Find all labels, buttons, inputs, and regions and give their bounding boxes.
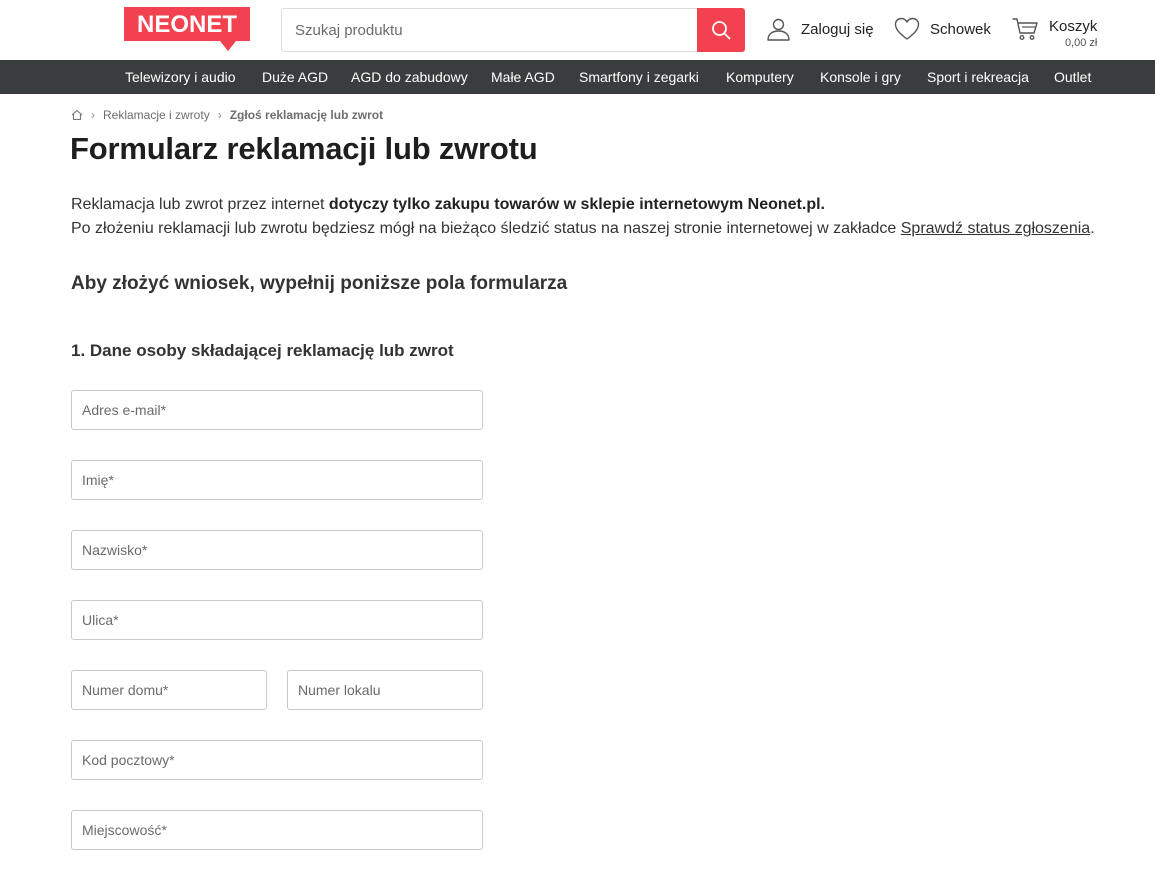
- form-instructions: Aby złożyć wniosek, wypełnij poniższe po…: [71, 273, 568, 294]
- login-label: Zaloguj się: [801, 20, 874, 38]
- email-field[interactable]: [72, 391, 482, 429]
- nav-item-computers[interactable]: Komputery: [726, 60, 794, 94]
- breadcrumb-separator-icon: ›: [91, 108, 95, 122]
- intro-line-2-text: Po złożeniu reklamacji lub zwrotu będzie…: [71, 220, 901, 237]
- cart-price: 0,00 zł: [1064, 37, 1098, 49]
- neonet-logo[interactable]: NEONET: [124, 7, 250, 51]
- first-name-field[interactable]: [72, 461, 482, 499]
- apartment-number-field-wrapper: [287, 670, 483, 710]
- login-link[interactable]: Zaloguj się: [766, 17, 874, 41]
- search-icon: [712, 21, 731, 40]
- postal-code-field[interactable]: [72, 741, 482, 779]
- nav-item-built-in-appliances[interactable]: AGD do zabudowy: [351, 60, 468, 94]
- heart-icon: [894, 17, 920, 40]
- city-field-wrapper: [71, 810, 483, 850]
- intro-text: Reklamacja lub zwrot przez internet doty…: [71, 193, 1095, 241]
- house-number-field-wrapper: [71, 670, 267, 710]
- last-name-field[interactable]: [72, 531, 482, 569]
- breadcrumb-item-current: Zgłoś reklamację lub zwrot: [229, 108, 384, 122]
- search-bar: [281, 8, 745, 52]
- wishlist-link[interactable]: Schowek: [894, 17, 991, 41]
- main-nav: Telewizory i audio Duże AGD AGD do zabud…: [0, 60, 1155, 94]
- search-input[interactable]: [282, 9, 698, 51]
- postal-code-field-wrapper: [71, 740, 483, 780]
- nav-item-outlet[interactable]: Outlet: [1054, 60, 1091, 94]
- house-number-field[interactable]: [72, 671, 266, 709]
- email-field-wrapper: [71, 390, 483, 430]
- search-button[interactable]: [697, 8, 745, 52]
- nav-item-small-appliances[interactable]: Małe AGD: [491, 60, 555, 94]
- apartment-number-field[interactable]: [288, 671, 482, 709]
- breadcrumb: › Reklamacje i zwroty › Zgłoś reklamację…: [71, 107, 383, 123]
- section-1-title: 1. Dane osoby składającej reklamację lub…: [71, 341, 454, 360]
- home-icon[interactable]: [71, 109, 83, 121]
- breadcrumb-separator-icon: ›: [217, 108, 222, 122]
- logo-text: NEONET: [137, 11, 237, 38]
- nav-item-sport[interactable]: Sport i rekreacja: [927, 60, 1029, 94]
- intro-line-1-regular: Reklamacja lub zwrot przez internet: [71, 196, 329, 213]
- page-title: Formularz reklamacji lub zwrotu: [70, 131, 538, 166]
- wishlist-label: Schowek: [930, 20, 991, 38]
- street-field-wrapper: [71, 600, 483, 640]
- intro-line-2-end: .: [1090, 220, 1095, 237]
- cart-label: Koszyk: [1049, 18, 1098, 35]
- street-field[interactable]: [72, 601, 482, 639]
- intro-line-1: Reklamacja lub zwrot przez internet doty…: [71, 193, 1095, 217]
- intro-line-1-bold: dotyczy tylko zakupu towarów w sklepie i…: [328, 196, 825, 213]
- user-icon: [767, 18, 790, 41]
- nav-item-large-appliances[interactable]: Duże AGD: [262, 60, 328, 94]
- cart-link[interactable]: Koszyk 0,00 zł: [1012, 18, 1097, 50]
- city-field[interactable]: [72, 811, 482, 849]
- breadcrumb-item-returns[interactable]: Reklamacje i zwroty: [103, 108, 210, 122]
- nav-item-tv-audio[interactable]: Telewizory i audio: [125, 60, 236, 94]
- first-name-field-wrapper: [71, 460, 483, 500]
- check-status-link[interactable]: Sprawdź status zgłoszenia: [901, 220, 1090, 237]
- nav-item-smartphones[interactable]: Smartfony i zegarki: [579, 60, 699, 94]
- cart-icon: [1012, 18, 1038, 40]
- nav-item-consoles[interactable]: Konsole i gry: [820, 60, 901, 94]
- intro-line-2: Po złożeniu reklamacji lub zwrotu będzie…: [71, 217, 1095, 241]
- site-header: NEONET Zaloguj się Schowek: [0, 0, 1155, 60]
- last-name-field-wrapper: [71, 530, 483, 570]
